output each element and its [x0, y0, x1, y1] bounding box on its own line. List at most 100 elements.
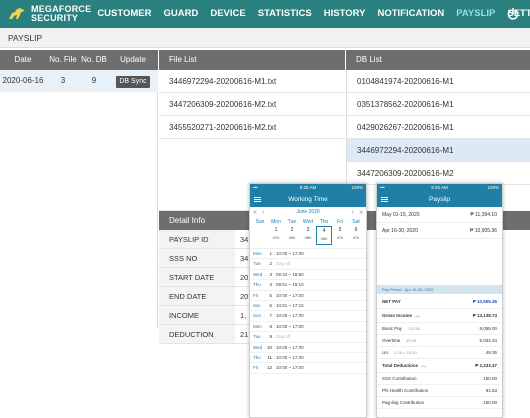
status-time: 8:25 AM: [431, 185, 448, 190]
battery-level: 100%: [487, 185, 499, 190]
weekday-label: Mon: [271, 219, 281, 225]
weekday-label: Sat: [352, 219, 360, 225]
brand-logo[interactable]: MEGAFORCE SECURITY: [0, 5, 91, 23]
calendar-week-row: 1 07h 2 09h 3 08h 4 08h 5 07h 6 07h: [250, 226, 366, 245]
calendar-day[interactable]: 2 09h: [284, 226, 300, 245]
chevron-left-icon[interactable]: ‹: [262, 207, 264, 218]
calendar-day[interactable]: 3 08h: [300, 226, 316, 245]
overtime-row: Overtime 40.05 5,034.34: [377, 335, 502, 347]
battery-level: 100%: [351, 185, 363, 190]
row-db-count: 9: [91, 76, 97, 85]
chevron-right-icon[interactable]: ›: [352, 207, 354, 218]
working-time-row[interactable]: Tue 9 Day off: [250, 332, 366, 343]
file-list-item[interactable]: 3455520271-20200616-M2.txt: [159, 116, 345, 139]
chevron-up-icon[interactable]: ︿: [418, 359, 426, 372]
calendar-day[interactable]: 1 07h: [268, 226, 284, 245]
detail-value: 20: [240, 292, 249, 301]
calendar-month-nav: « ‹ June 2020 › »: [250, 207, 366, 218]
calendar-weekdays: Sun Mon Tue Wed Thu Fri Sat: [250, 218, 366, 226]
db-list-item[interactable]: 0429026267-20200616-M1: [347, 116, 530, 139]
db-sync-button[interactable]: DB Sync: [116, 76, 150, 88]
detail-info-table: PAYSLIP ID 34 SSS NO 34 START DATE 20 END D…: [159, 230, 250, 344]
page-title: PAYSLIP: [8, 33, 43, 43]
weekday-label: Sun: [255, 219, 265, 225]
chevron-up-icon[interactable]: ︿: [412, 309, 420, 322]
db-list-item[interactable]: 0351378562-20200616-M1: [347, 93, 530, 116]
pay-period-row[interactable]: Apr 16-30, 2020 ₱ 10,905.36: [377, 223, 502, 239]
working-time-row[interactable]: Sat 6 10:01 ~ 17:15: [250, 301, 366, 312]
detail-row: END DATE 20: [159, 287, 250, 306]
nav-guard[interactable]: GUARD: [158, 0, 205, 28]
col-no-db: No. DB: [81, 55, 107, 64]
working-time-row[interactable]: Sun 7 10:00 ~ 17:00: [250, 311, 366, 322]
working-time-row[interactable]: Fri 12 10:00 ~ 17:00: [250, 363, 366, 374]
detail-row: PAYSLIP ID 34: [159, 230, 250, 249]
phone-status-bar: ••• 8:25 AM 100%: [377, 184, 502, 192]
philhealth-row: Phi Health Contribution 91.63: [377, 385, 502, 397]
hamburger-menu-icon[interactable]: [381, 197, 388, 202]
working-time-row[interactable]: Fri 5 10:00 ~ 17:00: [250, 291, 366, 301]
net-pay-row: NET PAY ₱ 10,905.36: [377, 294, 502, 309]
calendar-day[interactable]: 5 07h: [332, 226, 348, 245]
detail-key: SSS NO: [159, 249, 235, 267]
col-no-file: No. File: [49, 55, 77, 64]
basic-pay-row: Basic Pay 120.00 8,055.00: [377, 323, 502, 335]
calendar-day[interactable]: 6 07h: [348, 226, 364, 245]
calendar-day-selected[interactable]: 4 08h: [316, 226, 333, 245]
db-list: 0104841974-20200616-M1 0351378562-202006…: [346, 70, 530, 185]
working-time-row[interactable]: Wed 10 10:00 ~ 17:00: [250, 343, 366, 353]
detail-key: INCOME: [159, 306, 235, 324]
sss-row: SSS Contribution 150.00: [377, 373, 502, 385]
status-time: 8:25 AM: [299, 185, 317, 190]
db-list-item[interactable]: 0104841974-20200616-M1: [347, 70, 530, 93]
nav-statistics[interactable]: STATISTICS: [252, 0, 318, 28]
file-list-item[interactable]: 3447206309-20200616-M2.txt: [159, 93, 345, 116]
pay-period-label: Apr 16-30, 2020: [382, 228, 418, 234]
detail-key: START DATE: [159, 268, 235, 286]
db-list-item[interactable]: 3447206309-20200616-M2: [347, 162, 530, 185]
top-navigation-bar: MEGAFORCE SECURITY CUSTOMER GUARD DEVICE…: [0, 0, 530, 28]
nav-device[interactable]: DEVICE: [204, 0, 251, 28]
nav-customer[interactable]: CUSTOMER: [91, 0, 157, 28]
gross-income-row[interactable]: Gross Income ︿ ₱ 13,138.73: [377, 309, 502, 323]
signal-icon: •••: [253, 185, 258, 190]
working-time-row[interactable]: Wed 3 09:34 ~ 18:50: [250, 270, 366, 281]
calendar-day[interactable]: [252, 226, 268, 245]
detail-value: 34: [240, 254, 249, 263]
phone-status-bar: ••• 8:25 AM 100%: [250, 184, 366, 192]
weekday-label: Tue: [287, 219, 297, 225]
working-time-row[interactable]: Thu 11 10:00 ~ 17:00: [250, 353, 366, 364]
summary-table-row[interactable]: 2020-06-16 3 9 DB Sync: [0, 70, 158, 92]
working-time-row[interactable]: Thu 4 09:51 ~ 18:10: [250, 280, 366, 291]
nav-history[interactable]: HISTORY: [318, 0, 372, 28]
detail-row: DEDUCTION 21: [159, 325, 250, 344]
pay-period-amount: ₱ 11,394.10: [470, 212, 497, 218]
detail-key: END DATE: [159, 287, 235, 305]
horse-logo-icon: [6, 5, 28, 23]
row-file-count: 3: [60, 76, 66, 85]
pay-period-band: Pay Period : Apr 16-30, 2020: [377, 285, 502, 294]
hamburger-menu-icon[interactable]: [254, 197, 261, 202]
pay-period-row[interactable]: May 01-15, 2020 ₱ 11,394.10: [377, 207, 502, 223]
payslip-header: Payslip: [377, 192, 502, 207]
working-time-row[interactable]: Tue 2 Day off: [250, 259, 366, 270]
logo-text-line2: SECURITY: [31, 13, 79, 23]
working-time-row[interactable]: Mon 8 10:00 ~ 17:00: [250, 322, 366, 333]
power-icon[interactable]: [506, 7, 520, 21]
file-list: 3446972294-20200616-M1.txt 3447206309-20…: [159, 70, 345, 139]
nav-notification[interactable]: NOTIFICATION: [371, 0, 450, 28]
summary-table-header: Date No. File No. DB Update: [0, 50, 158, 70]
working-time-row[interactable]: Mon 1 10:00 ~ 17:00: [250, 249, 366, 260]
payslip-spacer: [377, 239, 502, 285]
nav-payslip[interactable]: PAYSLIP: [450, 0, 501, 28]
double-chevron-left-icon[interactable]: «: [253, 207, 257, 218]
total-deductions-row[interactable]: Total Deductions ︿ ₱ 2,233.37: [377, 359, 502, 373]
double-chevron-right-icon[interactable]: »: [359, 207, 363, 218]
file-list-item[interactable]: 3446972294-20200616-M1.txt: [159, 70, 345, 93]
db-list-item-selected[interactable]: 3446972294-20200616-M1: [347, 139, 530, 162]
payslip-title: Payslip: [429, 196, 450, 203]
phone-payslip-screen: ••• 8:25 AM 100% Payslip May 01-15, 2020…: [376, 183, 503, 418]
detail-value: 1,: [240, 311, 247, 320]
working-time-header: Working Time: [250, 192, 366, 207]
page-title-bar: PAYSLIP: [0, 28, 530, 48]
